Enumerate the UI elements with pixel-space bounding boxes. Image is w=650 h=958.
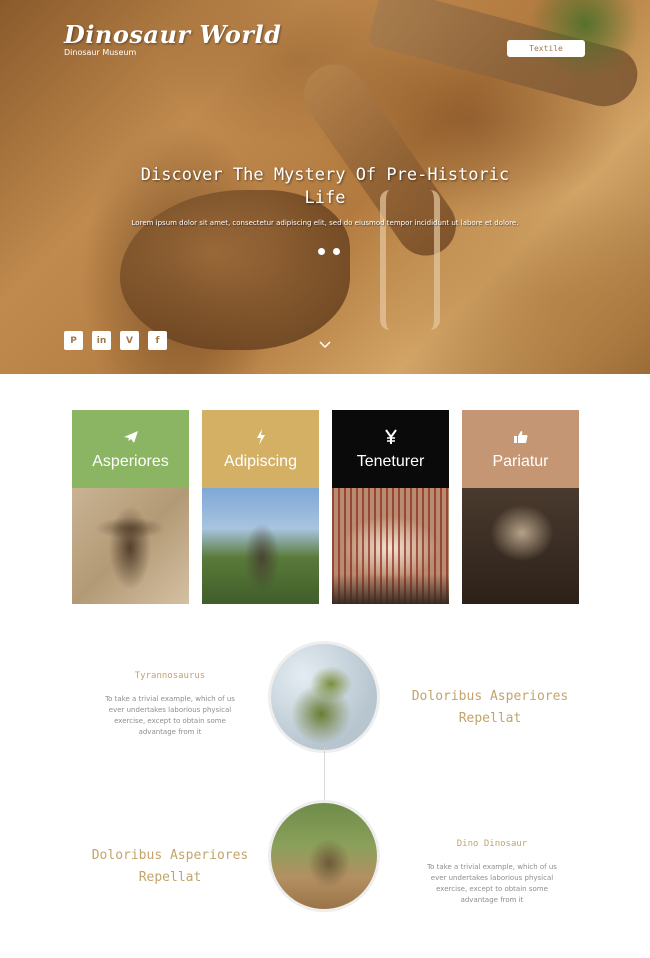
fossil-body-image — [120, 190, 350, 350]
slider-dots — [318, 248, 340, 255]
facebook-icon[interactable]: f — [148, 331, 167, 350]
feature-card-header: Teneturer — [332, 410, 449, 488]
hero-heading: Discover The Mystery Of Pre-Historic Lif… — [140, 165, 510, 208]
feature-card-header: Adipiscing — [202, 410, 319, 488]
dinosaur-statue-image — [202, 488, 319, 604]
slider-dot[interactable] — [333, 248, 340, 255]
feature-card-header: Pariatur — [462, 410, 579, 488]
paper-plane-icon — [123, 427, 139, 447]
feature-card-teneturer[interactable]: Teneturer — [332, 410, 449, 604]
feature-card-adipiscing[interactable]: Adipiscing — [202, 410, 319, 604]
slider-dot[interactable] — [318, 248, 325, 255]
feature-card-label: Asperiores — [92, 453, 169, 470]
feature-card-pariatur[interactable]: Pariatur — [462, 410, 579, 604]
brand[interactable]: Dinosaur World Dinosaur Museum — [64, 20, 282, 58]
yen-icon — [384, 427, 398, 447]
timeline-connector — [324, 748, 325, 804]
feature-card-asperiores[interactable]: Asperiores — [72, 410, 189, 604]
linkedin-icon[interactable]: in — [92, 331, 111, 350]
feature-card-label: Teneturer — [356, 453, 425, 470]
feature-card-header: Asperiores — [72, 410, 189, 488]
timeline-side-title: Doloribus Asperiores Repellat — [91, 848, 249, 885]
timeline-item-description: To take a trivial example, which of us e… — [427, 863, 557, 904]
lightning-icon — [256, 427, 266, 447]
timeline-item-description: To take a trivial example, which of us e… — [105, 695, 235, 736]
timeline-item-title: Tyrannosaurus — [134, 671, 206, 681]
brand-subtitle: Dinosaur Museum — [64, 48, 137, 57]
feature-card-label: Pariatur — [492, 453, 549, 470]
thumbs-up-icon — [513, 427, 529, 447]
brand-title: Dinosaur World — [64, 20, 282, 49]
trex-head-image — [268, 641, 380, 753]
pinterest-icon[interactable]: P — [64, 331, 83, 350]
hero-description: Lorem ipsum dolor sit amet, consectetur … — [131, 219, 519, 227]
raptor-image — [268, 800, 380, 912]
timeline-side-title: Doloribus Asperiores Repellat — [411, 689, 569, 726]
fossil-claw-image — [380, 190, 440, 330]
timeline-item-title: Dino Dinosaur — [456, 839, 528, 849]
dimetrodon-skeleton-image — [332, 488, 449, 604]
feature-card-label: Adipiscing — [224, 453, 297, 470]
social-links: P in V f — [64, 331, 167, 350]
chevron-down-icon[interactable] — [318, 338, 332, 352]
hero-banner: Dinosaur World Dinosaur Museum Textile D… — [0, 0, 650, 374]
textile-button[interactable]: Textile — [507, 40, 585, 57]
fossil-skeleton-image — [72, 488, 189, 604]
trex-skeleton-image — [462, 488, 579, 604]
vimeo-icon[interactable]: V — [120, 331, 139, 350]
